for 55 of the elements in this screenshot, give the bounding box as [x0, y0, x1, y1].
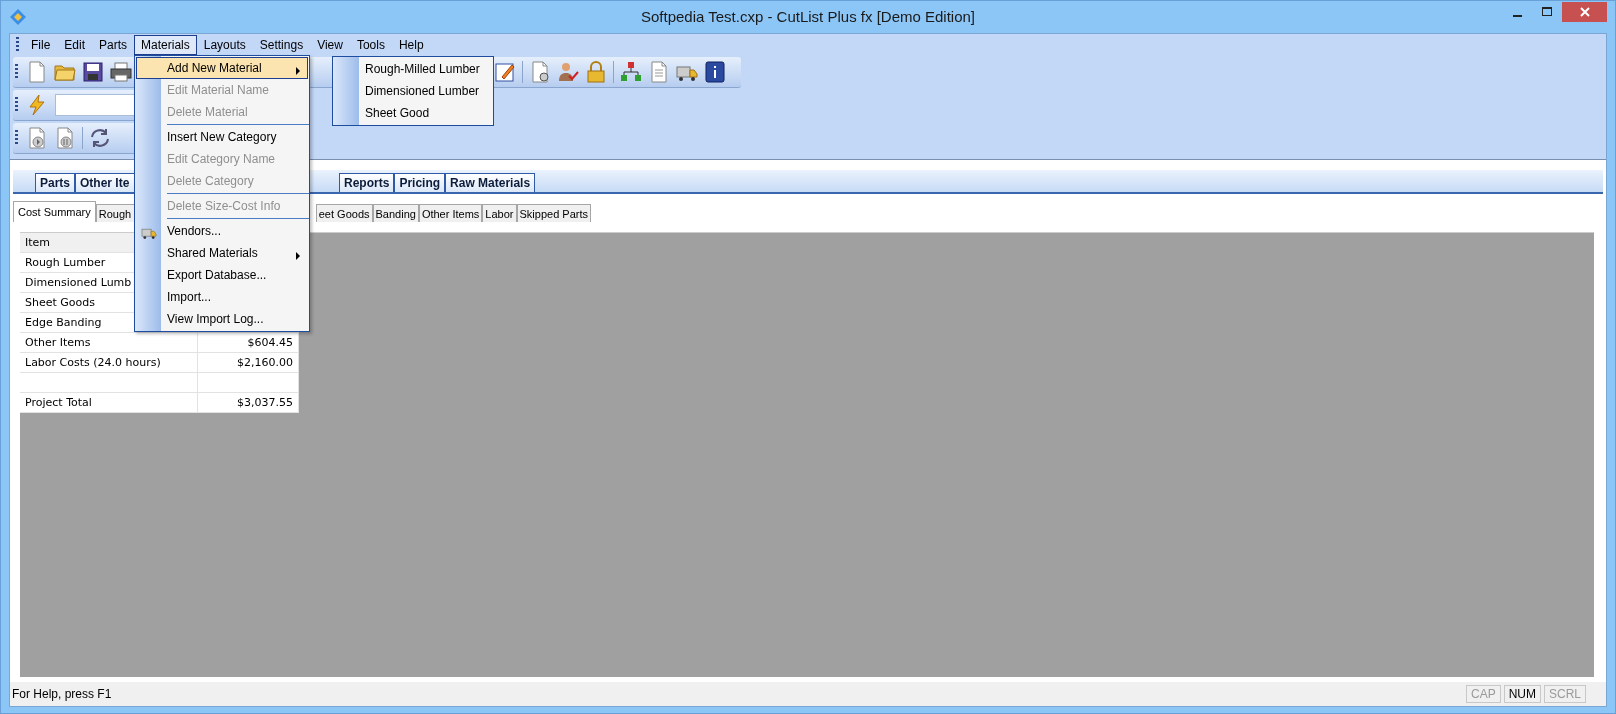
document-gear-icon[interactable]: [529, 61, 551, 83]
lightning-icon[interactable]: [26, 94, 48, 116]
table-cell: Labor Costs (24.0 hours): [20, 353, 198, 373]
document-icon[interactable]: [648, 61, 670, 83]
lock-icon[interactable]: [585, 61, 607, 83]
tab[interactable]: Labor: [482, 204, 517, 222]
window-title: Softpedia Test.cxp - CutList Plus fx [Demo Edition]: [639, 8, 976, 25]
table-cell: Other Items: [20, 333, 198, 353]
tab[interactable]: Parts: [35, 173, 76, 192]
close-button[interactable]: [1562, 2, 1607, 22]
menu-item[interactable]: Materials: [134, 34, 197, 55]
tab[interactable]: Reports: [339, 173, 395, 192]
tab[interactable]: Pricing: [394, 173, 446, 192]
app-logo-icon: [9, 8, 27, 26]
minimize-icon: [1512, 15, 1522, 17]
tab[interactable]: eet Goods: [315, 204, 373, 222]
menu-item[interactable]: Help: [391, 34, 431, 55]
tab[interactable]: Cost Summary: [13, 201, 96, 222]
user-check-icon[interactable]: [557, 61, 579, 83]
table-cell: $3,037.55: [198, 393, 299, 413]
menu-item[interactable]: Layouts: [196, 34, 253, 55]
pause-document-icon[interactable]: [54, 127, 76, 149]
menu-item[interactable]: Insert New Category: [136, 126, 308, 148]
menu-item[interactable]: Rough-Milled Lumber: [334, 58, 492, 80]
menu-gutter: [333, 57, 359, 125]
play-document-icon[interactable]: [26, 127, 48, 149]
tab[interactable]: Other Items: [418, 204, 483, 222]
table-cell: $2,160.00: [198, 353, 299, 373]
status-indicator: CAP: [1465, 685, 1501, 703]
menu-item[interactable]: Parts: [92, 34, 135, 55]
printer-icon[interactable]: [110, 61, 132, 83]
menu-item[interactable]: Dimensioned Lumber: [334, 80, 492, 102]
new-document-icon[interactable]: [26, 61, 48, 83]
table-cell: Project Total: [20, 393, 198, 413]
close-icon: [1579, 7, 1590, 17]
status-indicator: SCRL: [1544, 685, 1586, 703]
sync-icon[interactable]: [89, 127, 111, 149]
maximize-icon: [1541, 7, 1553, 17]
menu-item[interactable]: Add New Material: [136, 57, 308, 79]
status-indicator: NUM: [1503, 685, 1541, 703]
menu-item[interactable]: View: [310, 34, 350, 55]
menu-item[interactable]: Settings: [252, 34, 311, 55]
tab[interactable]: Skipped Parts: [516, 204, 591, 222]
tab[interactable]: Raw Materials: [445, 173, 536, 192]
save-icon[interactable]: [82, 61, 104, 83]
menu-item[interactable]: Sheet Good: [334, 102, 492, 124]
menu-item[interactable]: Tools: [349, 34, 392, 55]
tab[interactable]: Banding: [372, 204, 419, 222]
edit-icon[interactable]: [494, 61, 516, 83]
table-cell: $604.45: [198, 333, 299, 353]
menu-item[interactable]: File: [24, 34, 58, 55]
hierarchy-icon[interactable]: [620, 61, 642, 83]
info-icon[interactable]: [704, 61, 726, 83]
menu-item[interactable]: Edit: [57, 34, 93, 55]
status-text: For Help, press F1: [12, 687, 112, 701]
